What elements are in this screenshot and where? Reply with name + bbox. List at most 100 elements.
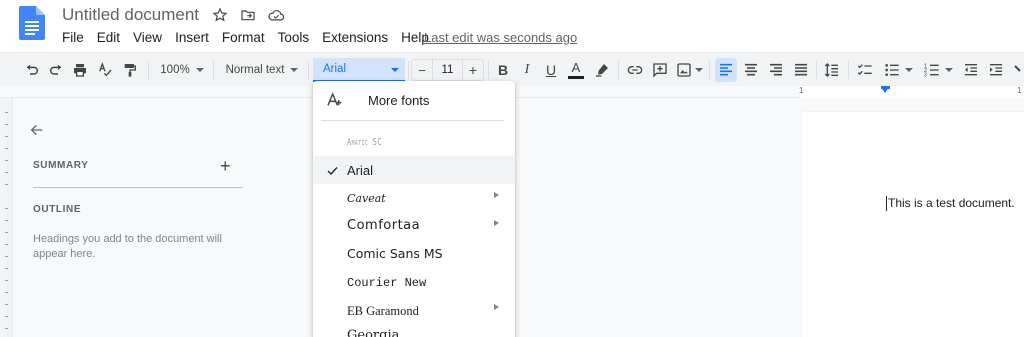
chevron-down-icon: [195, 68, 204, 72]
text-color-swatch: [568, 76, 584, 79]
paragraph-style-select[interactable]: Normal text: [222, 58, 302, 82]
toolbar-divider: [408, 61, 409, 79]
vertical-ruler[interactable]: [0, 98, 13, 337]
insert-image-icon[interactable]: [675, 58, 703, 82]
docs-logo-icon[interactable]: [19, 6, 45, 40]
cloud-status-icon[interactable]: [266, 6, 286, 24]
menu-insert[interactable]: Insert: [175, 30, 209, 45]
align-center-icon[interactable]: [740, 58, 762, 82]
toolbar-divider: [213, 61, 214, 79]
move-folder-icon[interactable]: [238, 6, 258, 24]
ruler-tick: [5, 304, 8, 305]
document-title[interactable]: Untitled document: [62, 5, 199, 25]
ruler-tick: [5, 268, 8, 269]
chevron-down-icon: [904, 68, 913, 72]
zoom-value: 100%: [160, 64, 190, 76]
ruler-page-area: [800, 86, 1024, 98]
ruler-tick: [5, 184, 8, 185]
more-fonts-item[interactable]: More fonts: [313, 89, 515, 113]
star-icon[interactable]: [210, 6, 230, 24]
bold-button[interactable]: B: [493, 58, 513, 82]
toolbar-divider: [488, 61, 489, 79]
numbered-list-icon[interactable]: 123: [920, 58, 956, 82]
font-name: Georgia: [347, 328, 400, 337]
font-family-select[interactable]: Arial: [313, 58, 405, 82]
text-color-button[interactable]: A: [566, 58, 586, 82]
ruler-tick: [5, 292, 8, 293]
menu-view[interactable]: View: [133, 30, 162, 45]
last-edit-link[interactable]: Last edit was seconds ago: [424, 30, 577, 45]
insert-link-icon[interactable]: [624, 58, 646, 82]
check-icon: [326, 164, 339, 182]
ruler-tick: [5, 208, 8, 209]
ruler-tick: [5, 136, 8, 137]
ruler-tick: [5, 316, 8, 317]
menu-tools[interactable]: Tools: [278, 30, 310, 45]
toolbar-divider: [308, 61, 309, 79]
font-item-amatic-sc[interactable]: Amatic SC: [313, 128, 515, 156]
submenu-arrow-icon: [494, 304, 499, 310]
checklist-icon[interactable]: [854, 58, 876, 82]
google-docs-window: Untitled document File Edit View Insert …: [0, 0, 1024, 337]
font-size-input[interactable]: 11: [433, 59, 462, 81]
back-arrow-icon[interactable]: [29, 122, 45, 143]
plus-icon: +: [468, 62, 478, 78]
font-item-eb-garamond[interactable]: EB Garamond: [313, 296, 515, 324]
align-right-icon[interactable]: [765, 58, 787, 82]
header: Untitled document File Edit View Insert …: [0, 0, 1024, 52]
increase-indent-icon[interactable]: [985, 58, 1007, 82]
font-item-caveat[interactable]: Caveat: [313, 184, 515, 212]
menu-edit[interactable]: Edit: [97, 30, 120, 45]
italic-button[interactable]: I: [517, 58, 537, 82]
outline-empty-text: Headings you add to the document will ap…: [33, 233, 222, 260]
document-page[interactable]: This is a test document.: [802, 112, 1024, 337]
ruler-tick: [5, 172, 8, 173]
font-item-comfortaa[interactable]: Comfortaa: [313, 212, 515, 240]
font-item-courier-new[interactable]: Courier New: [313, 268, 515, 296]
font-item-georgia[interactable]: Georgia: [313, 324, 515, 337]
left-indent-handle[interactable]: [881, 87, 889, 93]
underline-button[interactable]: U: [541, 58, 561, 82]
toolbar-divider: [618, 61, 619, 79]
font-item-arial[interactable]: Arial: [313, 156, 515, 184]
sidebar-divider: [33, 187, 243, 188]
menu-format[interactable]: Format: [222, 30, 265, 45]
document-body-text[interactable]: This is a test document.: [888, 196, 1015, 210]
add-summary-button[interactable]: +: [220, 156, 231, 177]
font-item-comic-sans-ms[interactable]: Comic Sans MS: [313, 240, 515, 268]
more-tools-icon[interactable]: [1012, 58, 1024, 82]
bulleted-list-icon[interactable]: [880, 58, 916, 82]
more-fonts-label: More fonts: [368, 93, 430, 108]
undo-icon[interactable]: [22, 58, 42, 82]
text-color-icon: A: [571, 60, 581, 75]
paragraph-style-value: Normal text: [225, 64, 285, 76]
chevron-down-icon: [290, 68, 299, 72]
toolbar-divider: [709, 61, 710, 79]
align-left-icon[interactable]: [715, 58, 737, 82]
increase-font-size-button[interactable]: +: [462, 59, 484, 81]
decrease-indent-icon[interactable]: [960, 58, 982, 82]
chevron-down-icon: [391, 68, 399, 72]
font-name: Comfortaa: [347, 218, 421, 233]
summary-heading: SUMMARY: [33, 160, 89, 171]
font-name: Amatic SC: [347, 137, 382, 148]
line-spacing-icon[interactable]: [821, 58, 843, 82]
font-name: Caveat: [347, 192, 386, 205]
ruler-tick: [5, 220, 8, 221]
menu-file[interactable]: File: [62, 30, 84, 45]
menu-divider: [321, 120, 504, 121]
decrease-font-size-button[interactable]: −: [411, 59, 433, 81]
font-name: Courier New: [347, 276, 427, 290]
add-comment-icon[interactable]: [649, 58, 671, 82]
menu-extensions[interactable]: Extensions: [322, 30, 388, 45]
paint-format-icon[interactable]: [120, 58, 140, 82]
print-icon[interactable]: [70, 58, 90, 82]
document-outline-panel: SUMMARY + OUTLINE Headings you add to th…: [13, 98, 313, 337]
spellcheck-icon[interactable]: [95, 58, 115, 82]
toolbar-divider: [848, 61, 849, 79]
ruler-tick: [5, 256, 8, 257]
align-justify-icon[interactable]: [790, 58, 812, 82]
zoom-select[interactable]: 100%: [156, 58, 208, 82]
highlight-color-icon[interactable]: [592, 58, 612, 82]
redo-icon[interactable]: [46, 58, 66, 82]
